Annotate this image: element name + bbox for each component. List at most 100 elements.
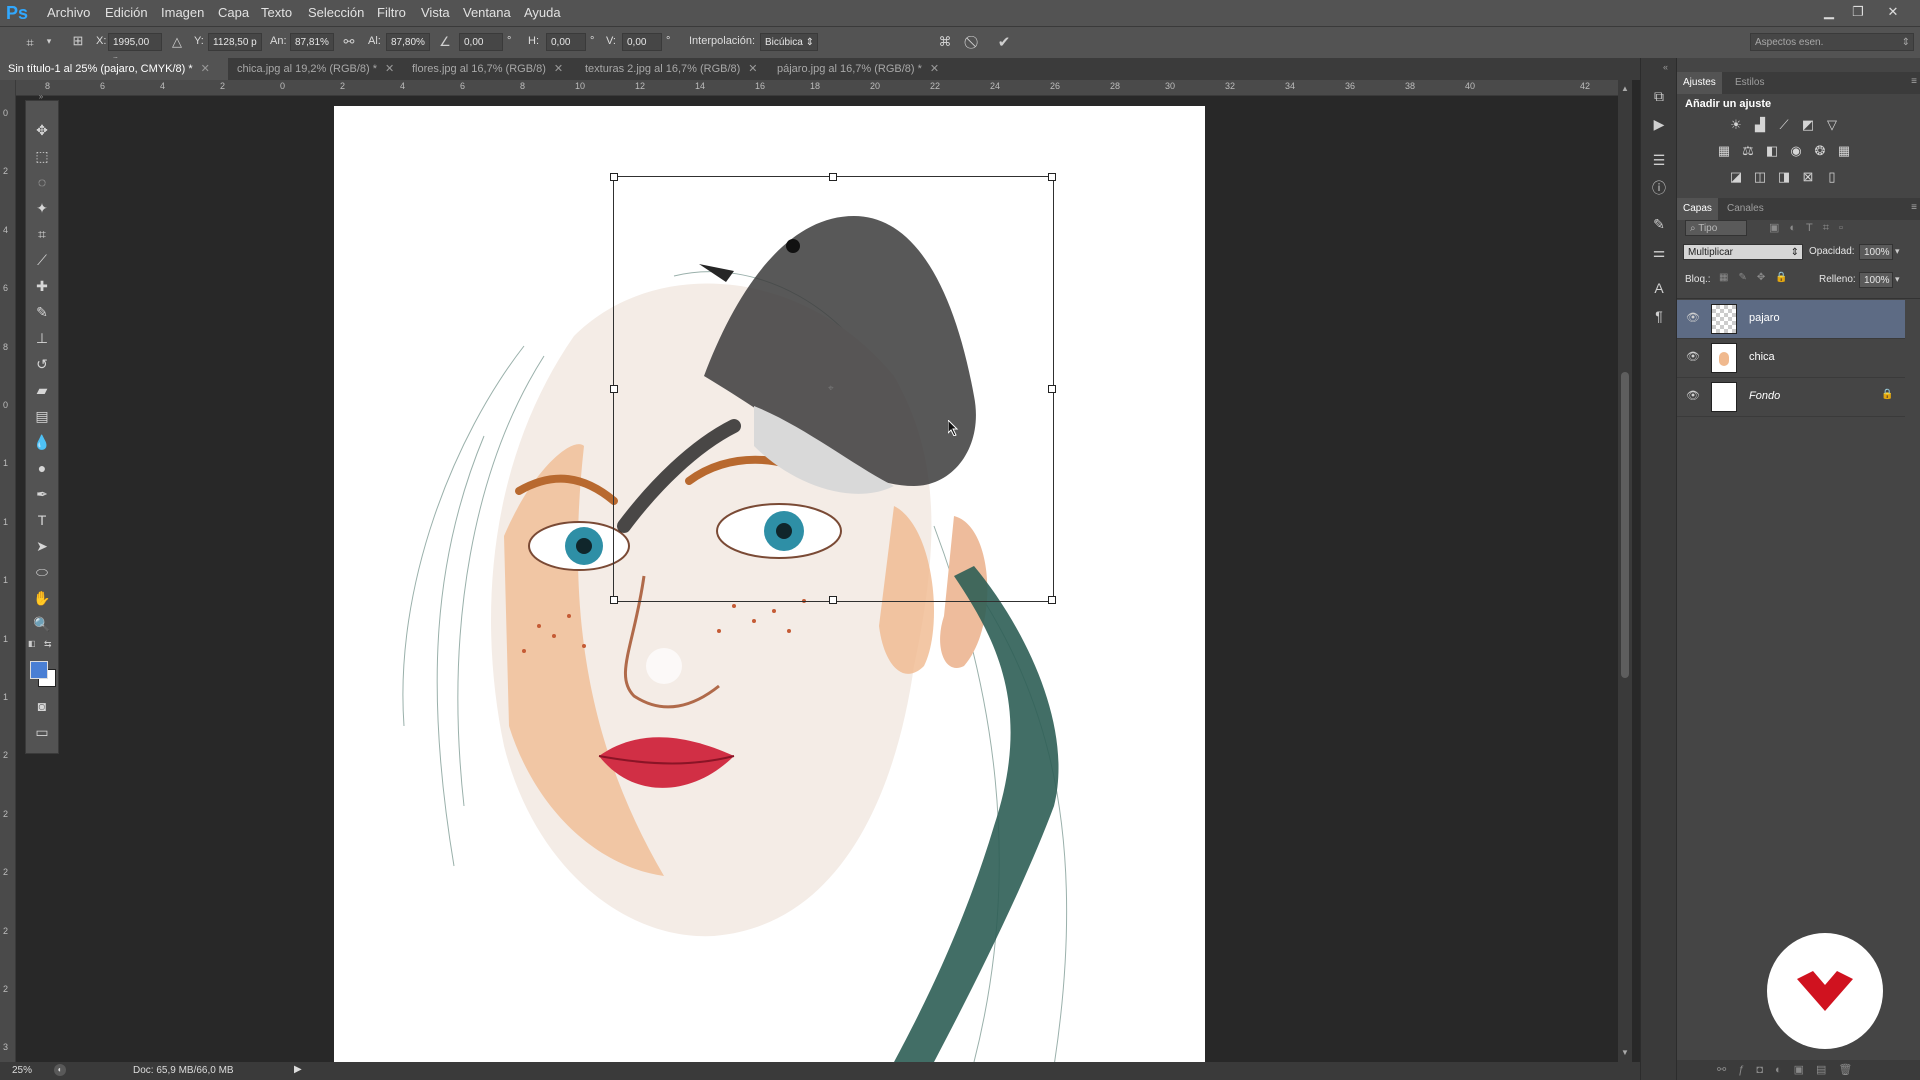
exposure-icon[interactable]: ◩ <box>1799 116 1817 134</box>
gradient-tool-icon[interactable]: ▤ <box>30 405 54 427</box>
menu-edicion[interactable]: Edición <box>105 0 148 26</box>
lock-options-icons[interactable]: ▦✎✥🔒 <box>1719 272 1799 283</box>
reference-point-icon[interactable]: ⊞ <box>68 33 88 49</box>
invert-icon[interactable]: ◪ <box>1727 168 1745 186</box>
posterize-icon[interactable]: ◫ <box>1751 168 1769 186</box>
minimize-icon[interactable]: ▁ <box>1816 2 1842 22</box>
pen-tool-icon[interactable]: ✒ <box>30 483 54 505</box>
marquee-tool-icon[interactable]: ⬚ <box>30 145 54 167</box>
warp-mode-icon[interactable]: ⌘ <box>936 34 954 50</box>
selective-color-icon[interactable]: ⊠ <box>1799 168 1817 186</box>
opacity-field[interactable]: 100% <box>1859 244 1893 260</box>
link-icon[interactable]: ⚯ <box>342 34 356 50</box>
commit-transform-icon[interactable]: ✔ <box>995 33 1013 51</box>
hand-tool-icon[interactable]: ✋ <box>30 587 54 609</box>
eraser-tool-icon[interactable]: ▰ <box>30 379 54 401</box>
tab-capas[interactable]: Capas <box>1677 198 1718 220</box>
panel-menu-icon[interactable]: ≡ <box>1911 202 1917 213</box>
opacity-dropdown-icon[interactable]: ▾ <box>1895 246 1900 257</box>
transform-handle[interactable] <box>829 596 837 604</box>
vertical-ruler[interactable]: 0 2 4 6 8 0 1 1 1 1 1 2 2 2 2 2 3 <box>0 80 16 1065</box>
visibility-eye-icon[interactable]: 👁 <box>1685 350 1701 363</box>
vibrance-icon[interactable]: ▽ <box>1823 116 1841 134</box>
swap-colors-icon[interactable]: ⇆ <box>44 639 54 649</box>
x-field[interactable]: 1995,00 p <box>108 33 162 66</box>
path-selection-tool-icon[interactable]: ➤ <box>30 535 54 557</box>
menu-ayuda[interactable]: Ayuda <box>524 0 561 26</box>
clone-stamp-tool-icon[interactable]: ⊥ <box>30 327 54 349</box>
history-panel-icon[interactable]: ⧉ <box>1649 86 1669 106</box>
menu-texto[interactable]: Texto <box>261 0 292 26</box>
layer-row-chica[interactable]: 👁 chica <box>1677 339 1905 378</box>
menu-imagen[interactable]: Imagen <box>161 0 204 26</box>
actions-panel-icon[interactable]: ▶ <box>1649 114 1669 134</box>
crop-tool-icon[interactable]: ⌗ <box>30 223 54 245</box>
transform-handle[interactable] <box>610 173 618 181</box>
screen-mode-icon[interactable]: ▭ <box>30 721 54 743</box>
close-icon[interactable]: ✕ <box>385 63 394 75</box>
restore-icon[interactable]: ❐ <box>1845 2 1871 22</box>
menu-filtro[interactable]: Filtro <box>377 0 406 26</box>
close-icon[interactable]: ✕ <box>930 63 939 75</box>
vertical-scrollbar[interactable]: ▲ ▼ <box>1618 80 1632 1062</box>
type-tool-icon[interactable]: T <box>30 509 54 531</box>
quick-mask-icon[interactable]: ◙ <box>30 695 54 717</box>
brush-tool-icon[interactable]: ✎ <box>30 301 54 323</box>
brush-panel-icon[interactable]: ✎ <box>1649 214 1669 234</box>
levels-icon[interactable]: ▟ <box>1751 116 1769 134</box>
dodge-tool-icon[interactable]: ● <box>30 457 54 479</box>
blend-mode-select[interactable]: Multiplicar ⇕ <box>1683 244 1803 260</box>
gradient-map-icon[interactable]: ▯ <box>1823 168 1841 186</box>
transform-handle[interactable] <box>1048 385 1056 393</box>
history-brush-tool-icon[interactable]: ↺ <box>30 353 54 375</box>
menu-seleccion[interactable]: Selección <box>308 0 364 26</box>
healing-brush-tool-icon[interactable]: ✚ <box>30 275 54 297</box>
lasso-tool-icon[interactable]: ◌ <box>30 171 54 193</box>
close-icon[interactable]: ✕ <box>748 63 757 75</box>
cancel-transform-icon[interactable]: ⃠ <box>965 34 983 50</box>
color-balance-icon[interactable]: ⚖ <box>1739 142 1757 160</box>
tab-sin-titulo[interactable]: Sin título-1 al 25% (pajaro, CMYK/8) * ✕ <box>0 58 228 80</box>
foreground-color-swatch[interactable] <box>30 661 48 679</box>
properties-panel-icon[interactable]: ☰ <box>1649 150 1669 170</box>
fill-field[interactable]: 100% <box>1859 272 1893 288</box>
channel-mixer-icon[interactable]: ❂ <box>1811 142 1829 160</box>
menu-archivo[interactable]: Archivo <box>47 0 90 26</box>
transform-handle[interactable] <box>1048 173 1056 181</box>
status-info-icon[interactable]: ◐ <box>54 1064 66 1076</box>
toolbox-collapse-icon[interactable]: » <box>28 92 54 101</box>
scroll-up-icon[interactable]: ▲ <box>1621 84 1629 93</box>
curves-icon[interactable]: ⟋ <box>1775 116 1793 134</box>
transform-handle[interactable] <box>610 596 618 604</box>
default-colors-icon[interactable]: ◧ <box>28 639 38 649</box>
layer-kind-filter[interactable]: ⌕ Tipo <box>1685 220 1747 236</box>
reference-point-crosshair-icon[interactable]: ⌖ <box>828 384 836 394</box>
menu-vista[interactable]: Vista <box>421 0 450 26</box>
preset-dropdown-icon[interactable]: ▾ <box>44 36 54 47</box>
vertical-scroll-thumb[interactable] <box>1621 372 1629 678</box>
paragraph-panel-icon[interactable]: ¶ <box>1649 306 1669 326</box>
layer-row-pajaro[interactable]: 👁 pajaro <box>1677 300 1905 339</box>
hskew-field[interactable]: 0,00 <box>546 33 586 51</box>
tab-estilos[interactable]: Estilos <box>1729 72 1770 94</box>
ellipse-tool-icon[interactable]: ⬭ <box>30 561 54 583</box>
transform-handle[interactable] <box>610 385 618 393</box>
eyedropper-tool-icon[interactable]: ⟋ <box>30 249 54 271</box>
close-icon[interactable]: ✕ <box>201 63 210 75</box>
scroll-down-icon[interactable]: ▼ <box>1621 1048 1629 1057</box>
brightness-icon[interactable]: ☀ <box>1727 116 1745 134</box>
layers-footer-icons[interactable]: ⚯ƒ◘◐▣▤🗑 <box>1717 1063 1917 1076</box>
zoom-level[interactable]: 25% <box>12 1065 32 1076</box>
brush-presets-icon[interactable]: ⚌ <box>1649 242 1669 262</box>
tab-canales[interactable]: Canales <box>1721 198 1770 220</box>
panel-menu-icon[interactable]: ≡ <box>1911 76 1917 87</box>
color-lookup-icon[interactable]: ▦ <box>1835 142 1853 160</box>
tab-pajaro[interactable]: pájaro.jpg al 16,7% (RGB/8) * ✕ <box>769 58 949 80</box>
fill-dropdown-icon[interactable]: ▾ <box>1895 274 1900 285</box>
angle-field[interactable]: 0,00 <box>459 33 503 51</box>
zoom-tool-icon[interactable]: 🔍 <box>30 613 54 635</box>
magic-wand-tool-icon[interactable]: ✦ <box>30 197 54 219</box>
close-icon[interactable]: ✕ <box>1880 2 1906 22</box>
close-icon[interactable]: ✕ <box>554 63 563 75</box>
interpolation-select[interactable]: Bicúbica ⇕ <box>760 33 818 51</box>
